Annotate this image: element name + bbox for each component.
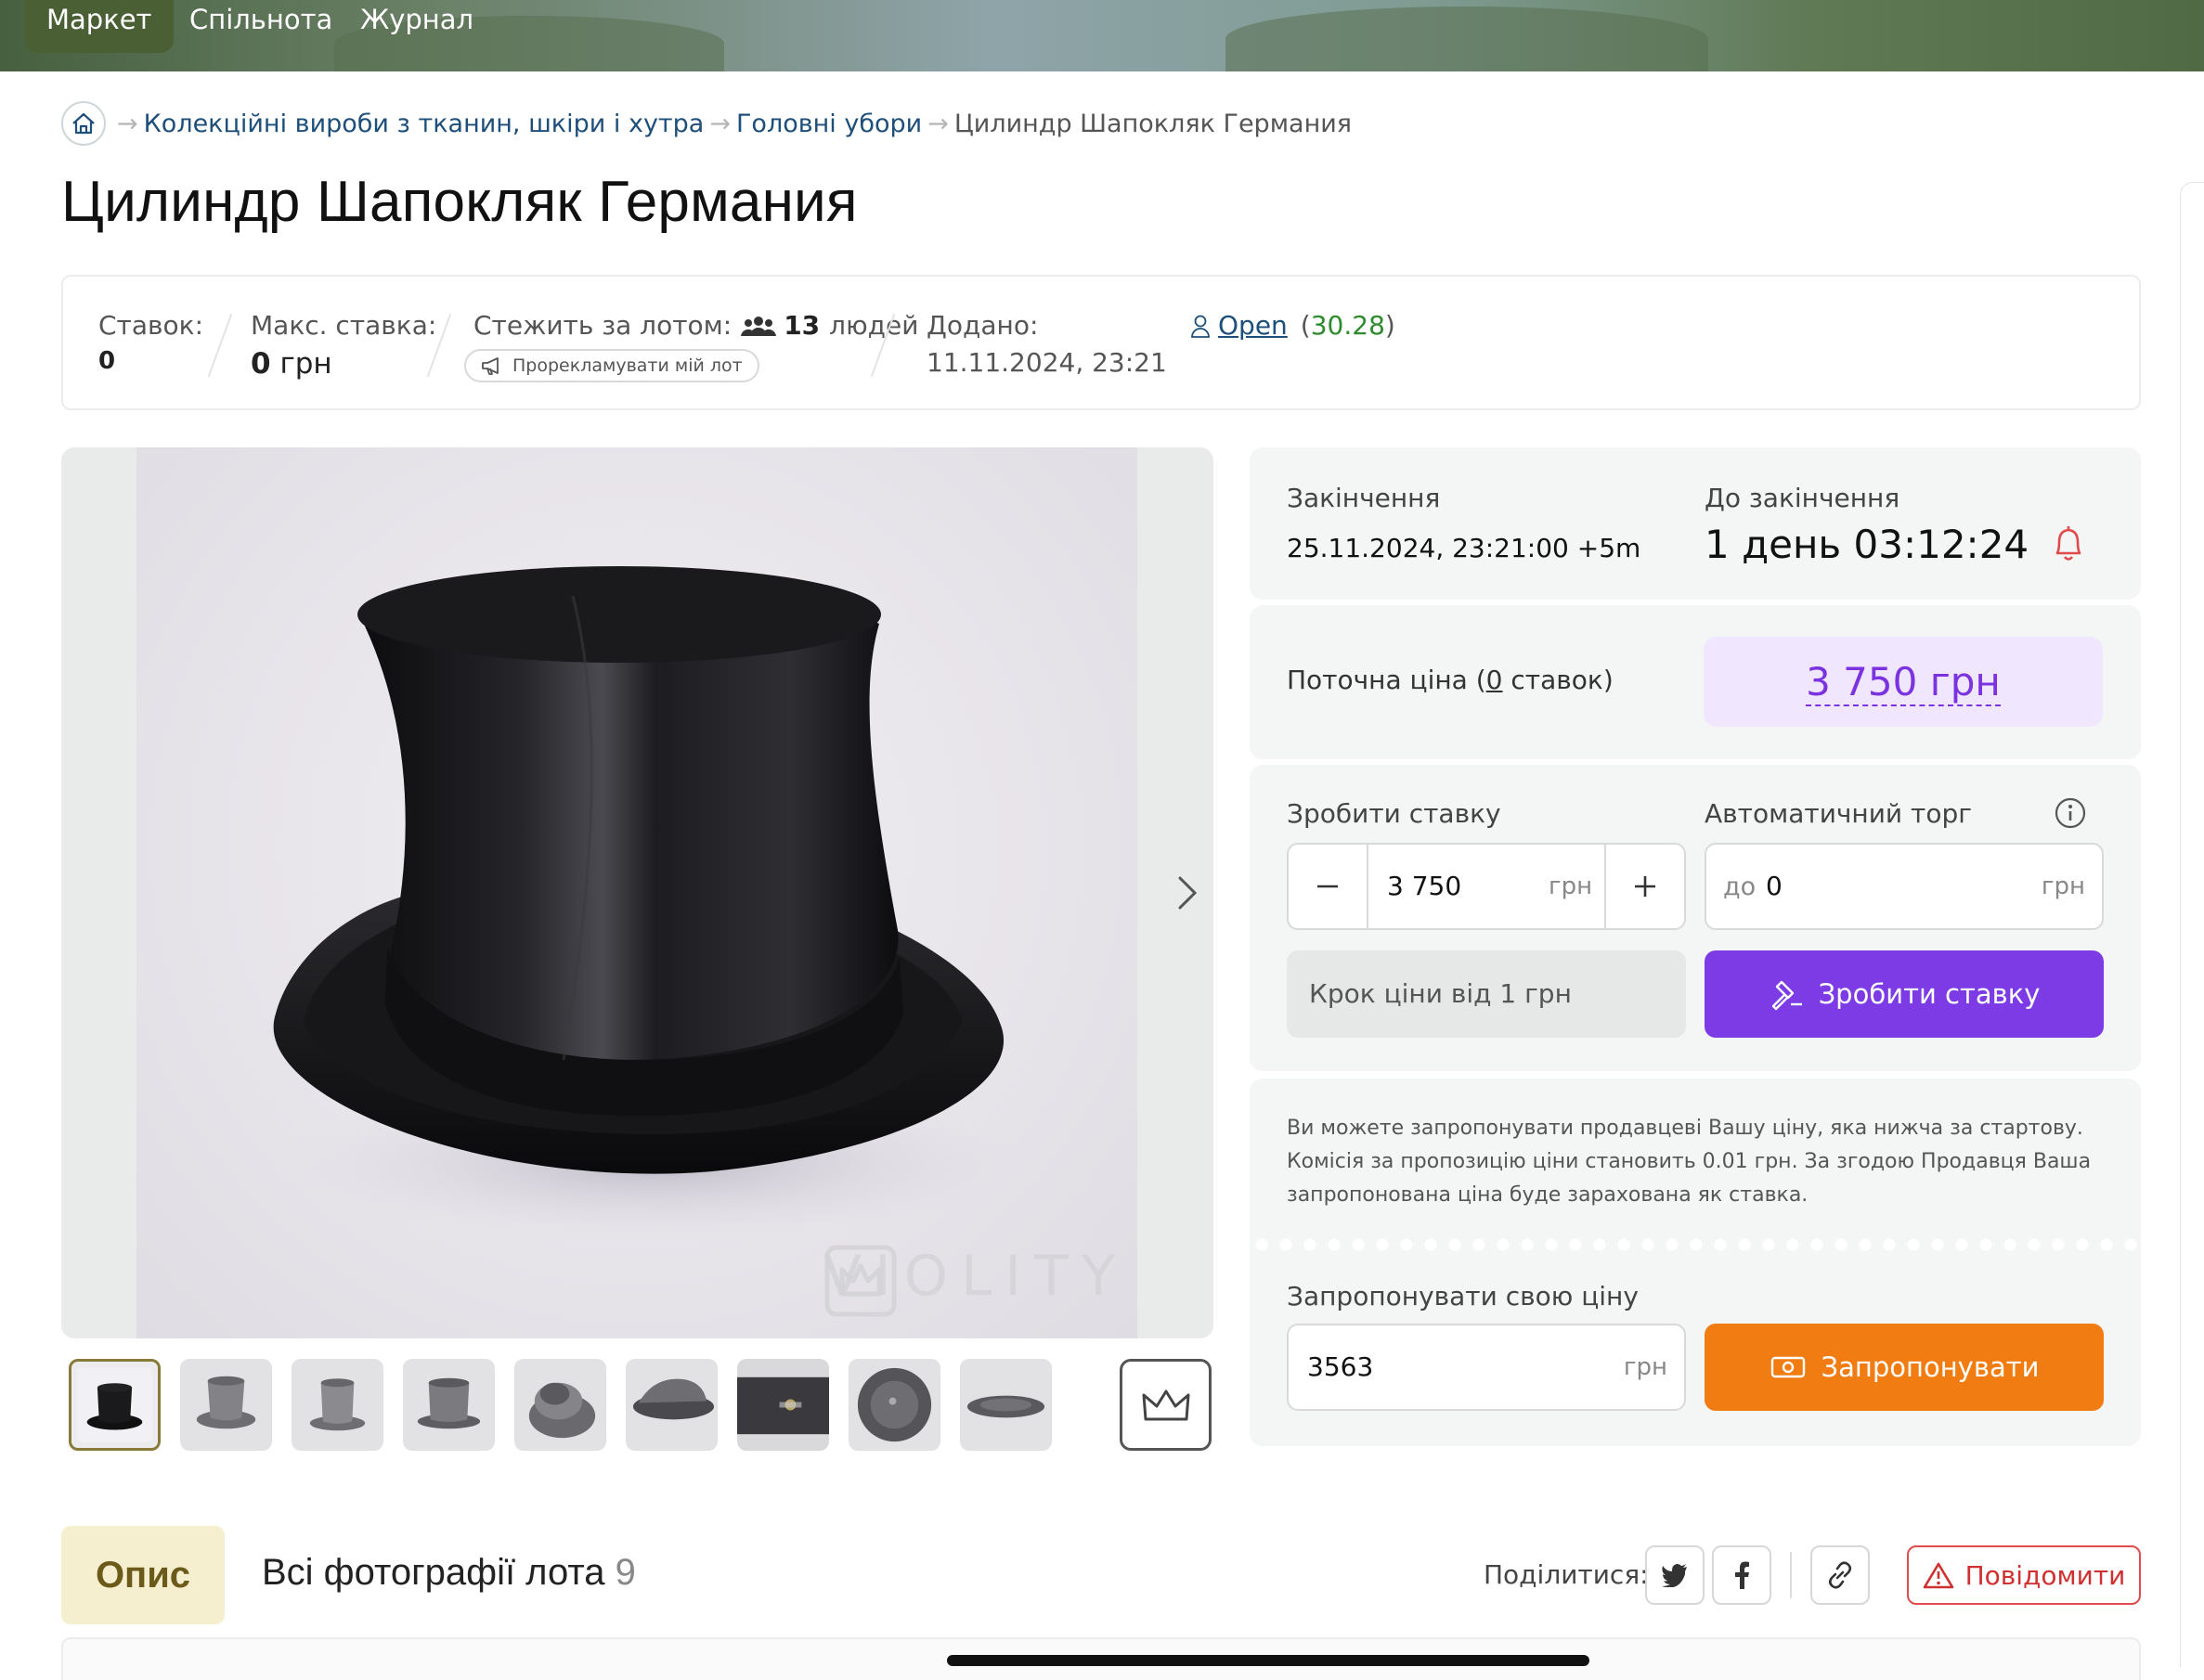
ticket-divider: [1250, 1238, 2141, 1251]
lot-photo: VIOLITY: [136, 447, 1137, 1338]
make-bid-label: Зробити ставку: [1287, 798, 1501, 829]
current-price-value: 3 750 грн: [1704, 637, 2103, 727]
home-icon[interactable]: [61, 101, 106, 146]
watchers: Стежить за лотом: 13 людей: [473, 310, 919, 341]
share-facebook-button[interactable]: [1712, 1545, 1771, 1605]
seller-info: Open (30.28): [1190, 310, 1395, 341]
lot-stats-bar: Ставок: 0 Макс. ставка: 0 грн Стежить за…: [61, 275, 2141, 410]
tab-description[interactable]: Опис: [61, 1526, 225, 1624]
bid-stepper: 3 750 грн: [1287, 843, 1686, 930]
twitter-icon: [1662, 1564, 1687, 1587]
photo-thumbnail[interactable]: [737, 1359, 829, 1451]
nav-item-community[interactable]: Спільнота: [167, 0, 355, 53]
decrease-bid-button[interactable]: [1289, 845, 1368, 928]
photo-thumbnail[interactable]: [849, 1359, 940, 1451]
photo-thumbnail[interactable]: [960, 1359, 1052, 1451]
photo-thumbnail[interactable]: [180, 1359, 272, 1451]
breadcrumb-arrow-icon: →: [709, 109, 731, 138]
bell-icon[interactable]: [2050, 523, 2087, 564]
main-photo-viewer[interactable]: VIOLITY: [61, 447, 1213, 1338]
end-label: Закінчення: [1287, 483, 1441, 513]
top-navigation: Маркет Спільнота Журнал: [0, 0, 2204, 71]
price-step-info: Крок ціни від 1 грн: [1287, 950, 1686, 1038]
auto-bid-label: Автоматичний торг: [1705, 798, 1972, 829]
report-button[interactable]: Повідомити: [1907, 1545, 2141, 1605]
breadcrumb-arrow-icon: →: [117, 109, 138, 138]
breadcrumb-link-category[interactable]: Колекційні вироби з тканин, шкіри і хутр…: [144, 110, 705, 138]
make-bid-button[interactable]: Зробити ставку: [1705, 950, 2104, 1038]
breadcrumb-arrow-icon: →: [927, 109, 949, 138]
max-bid-label: Макс. ставка:: [251, 310, 437, 341]
offer-label: Запропонувати свою ціну: [1287, 1281, 1639, 1312]
share-label: Поділитися:: [1484, 1559, 1649, 1590]
photo-thumbnail[interactable]: [626, 1359, 718, 1451]
bids-label: Ставок:: [98, 310, 203, 341]
photo-thumbnail[interactable]: [403, 1359, 495, 1451]
remaining-value: 1 день 03:12:24: [1705, 522, 2029, 567]
share-twitter-button[interactable]: [1645, 1545, 1705, 1605]
info-icon[interactable]: [2054, 796, 2087, 830]
minus-icon: [1317, 885, 1338, 888]
home-indicator[interactable]: [947, 1655, 1589, 1666]
increase-bid-button[interactable]: [1604, 845, 1684, 928]
side-panel-edge: [2180, 182, 2204, 1667]
added-label: Додано:: [927, 310, 1039, 341]
top-hat-image: [266, 566, 1046, 1246]
offer-card: Ви можете запропонувати продавцеві Вашу …: [1250, 1079, 2141, 1446]
auction-timing-card: Закінчення 25.11.2024, 23:21:00 +5m До з…: [1250, 447, 2141, 600]
added-value: 11.11.2024, 23:21: [927, 347, 1167, 378]
breadcrumb: → Колекційні вироби з тканин, шкіри і ху…: [61, 100, 1352, 147]
watermark-logo-icon: [824, 1245, 897, 1317]
premium-crown-button[interactable]: [1120, 1359, 1212, 1451]
photo-thumbnail[interactable]: [69, 1359, 161, 1451]
facebook-icon: [1735, 1561, 1749, 1589]
bid-card: Зробити ставку Автоматичний торг 3 750 г…: [1250, 765, 2141, 1071]
copy-link-button[interactable]: [1810, 1545, 1870, 1605]
megaphone-icon: [482, 357, 499, 375]
current-price-label: Поточна ціна (0 ставок): [1287, 665, 1614, 695]
bid-amount-input[interactable]: 3 750: [1387, 871, 1461, 901]
divider: [1790, 1552, 1792, 1598]
watermark: VIOLITY: [823, 1244, 1128, 1317]
offer-amount-input[interactable]: 3563 грн: [1287, 1324, 1686, 1411]
remaining-label: До закінчення: [1705, 483, 1900, 513]
tab-all-photos[interactable]: Всі фотографії лота 9: [262, 1552, 636, 1594]
bids-value: 0: [98, 347, 116, 375]
crown-icon: [1142, 1389, 1189, 1420]
breadcrumb-current: Цилиндр Шапокляк Германия: [953, 109, 1353, 138]
bids-count-link[interactable]: 0: [1486, 665, 1503, 695]
current-price-card: Поточна ціна (0 ставок) 3 750 грн: [1250, 605, 2141, 759]
breadcrumb-link-subcategory[interactable]: Головні убори: [736, 110, 922, 138]
gavel-icon: [1771, 980, 1802, 1011]
photo-thumbnails: [69, 1359, 1052, 1451]
user-icon: [1191, 315, 1210, 338]
nav-item-market[interactable]: Маркет: [24, 0, 175, 53]
bid-currency: грн: [1549, 872, 1593, 900]
money-icon: [1770, 1356, 1805, 1378]
plus-icon: [1635, 876, 1655, 897]
max-bid-value: 0 грн: [251, 347, 332, 381]
link-icon: [1828, 1561, 1852, 1589]
promote-lot-button[interactable]: Прорекламувати мій лот: [464, 349, 759, 382]
nav-item-journal[interactable]: Журнал: [338, 0, 496, 53]
seller-link[interactable]: Open: [1218, 310, 1288, 341]
photo-thumbnail[interactable]: [292, 1359, 383, 1451]
offer-note: Ви можете запропонувати продавцеві Вашу …: [1287, 1117, 2092, 1207]
banner-decoration: [1225, 6, 1708, 71]
divider: [207, 313, 233, 378]
end-value: 25.11.2024, 23:21:00 +5m: [1287, 533, 1641, 563]
offer-button[interactable]: Запропонувати: [1705, 1324, 2104, 1411]
people-icon: [741, 316, 777, 336]
warning-icon: [1923, 1562, 1953, 1589]
page-title: Цилиндр Шапокляк Германия: [61, 170, 858, 234]
photo-thumbnail[interactable]: [514, 1359, 606, 1451]
auto-bid-input[interactable]: до 0 грн: [1705, 843, 2104, 930]
seller-rating: 30.28: [1310, 310, 1385, 341]
next-photo-arrow-icon[interactable]: [1169, 865, 1206, 921]
